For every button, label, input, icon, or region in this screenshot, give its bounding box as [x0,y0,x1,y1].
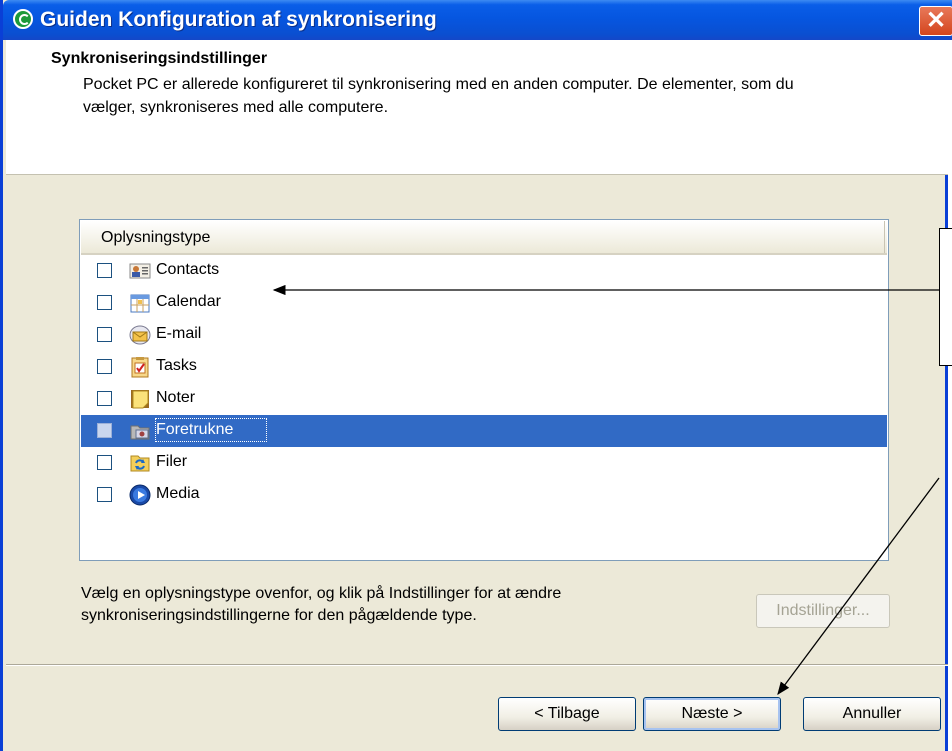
column-header-cell[interactable]: Oplysningstype [81,221,885,253]
calendar-label: Calendar [156,293,221,310]
window-title: Guiden Konfiguration af synkronisering [40,8,437,31]
tasks-icon [131,357,149,378]
focus-rectangle [155,418,267,442]
list-item-calendar[interactable]: Calendar [81,287,887,319]
contacts-icon [129,263,151,279]
list-item-email[interactable]: E-mail [81,319,887,351]
favorites-icon [130,425,150,440]
page-description: Pocket PC er allerede konfigureret til s… [83,76,794,116]
files-label: Filer [156,453,188,470]
contacts-checkbox[interactable] [97,263,112,278]
contacts-label: Contacts [156,261,220,278]
title-bar[interactable]: Guiden Konfiguration af synkronisering ✕ [3,0,952,40]
notes-checkbox[interactable] [97,391,112,406]
email-label: E-mail [156,325,202,342]
close-button[interactable]: ✕ [919,6,952,36]
next-button[interactable]: Næste > [643,697,781,731]
back-button[interactable]: < Tilbage [498,697,636,731]
list-item-media[interactable]: Media [81,479,887,511]
list-item-favorites[interactable]: Foretrukne [81,415,887,447]
media-label: Media [156,485,200,502]
files-icon [130,455,150,472]
sync-app-icon [13,9,33,29]
media-checkbox[interactable] [97,487,112,502]
files-checkbox[interactable] [97,455,112,470]
favorites-checkbox[interactable] [97,423,112,438]
media-icon [129,484,151,506]
annotation-callout-box [939,228,952,366]
notes-icon [131,390,149,409]
list-item-files[interactable]: Filer [81,447,887,479]
column-header-label: Oplysningstype [101,229,211,246]
list-item-contacts[interactable]: Contacts [81,255,887,287]
hint-text: Vælg en oplysningstype ovenfor, og klik … [81,585,562,624]
wizard-window: Guiden Konfiguration af synkronisering ✕… [0,0,952,751]
info-type-list[interactable]: Oplysningstype Contacts Calendar E-mail … [79,219,889,561]
page-title: Synkroniseringsindstillinger [51,50,268,67]
tasks-checkbox[interactable] [97,359,112,374]
notes-label: Noter [156,389,196,406]
calendar-icon [130,294,150,313]
tasks-label: Tasks [156,357,197,374]
column-header[interactable]: Oplysningstype [81,221,887,255]
email-icon [129,325,151,345]
list-item-notes[interactable]: Noter [81,383,887,415]
calendar-checkbox[interactable] [97,295,112,310]
email-checkbox[interactable] [97,327,112,342]
list-item-tasks[interactable]: Tasks [81,351,887,383]
settings-button[interactable]: Indstillinger... [756,594,890,628]
button-separator [6,664,948,666]
cancel-button[interactable]: Annuller [803,697,941,731]
